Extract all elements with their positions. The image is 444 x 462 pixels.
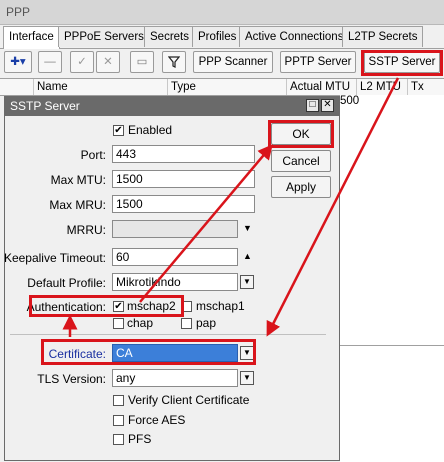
annotation-arrows — [62, 77, 400, 337]
